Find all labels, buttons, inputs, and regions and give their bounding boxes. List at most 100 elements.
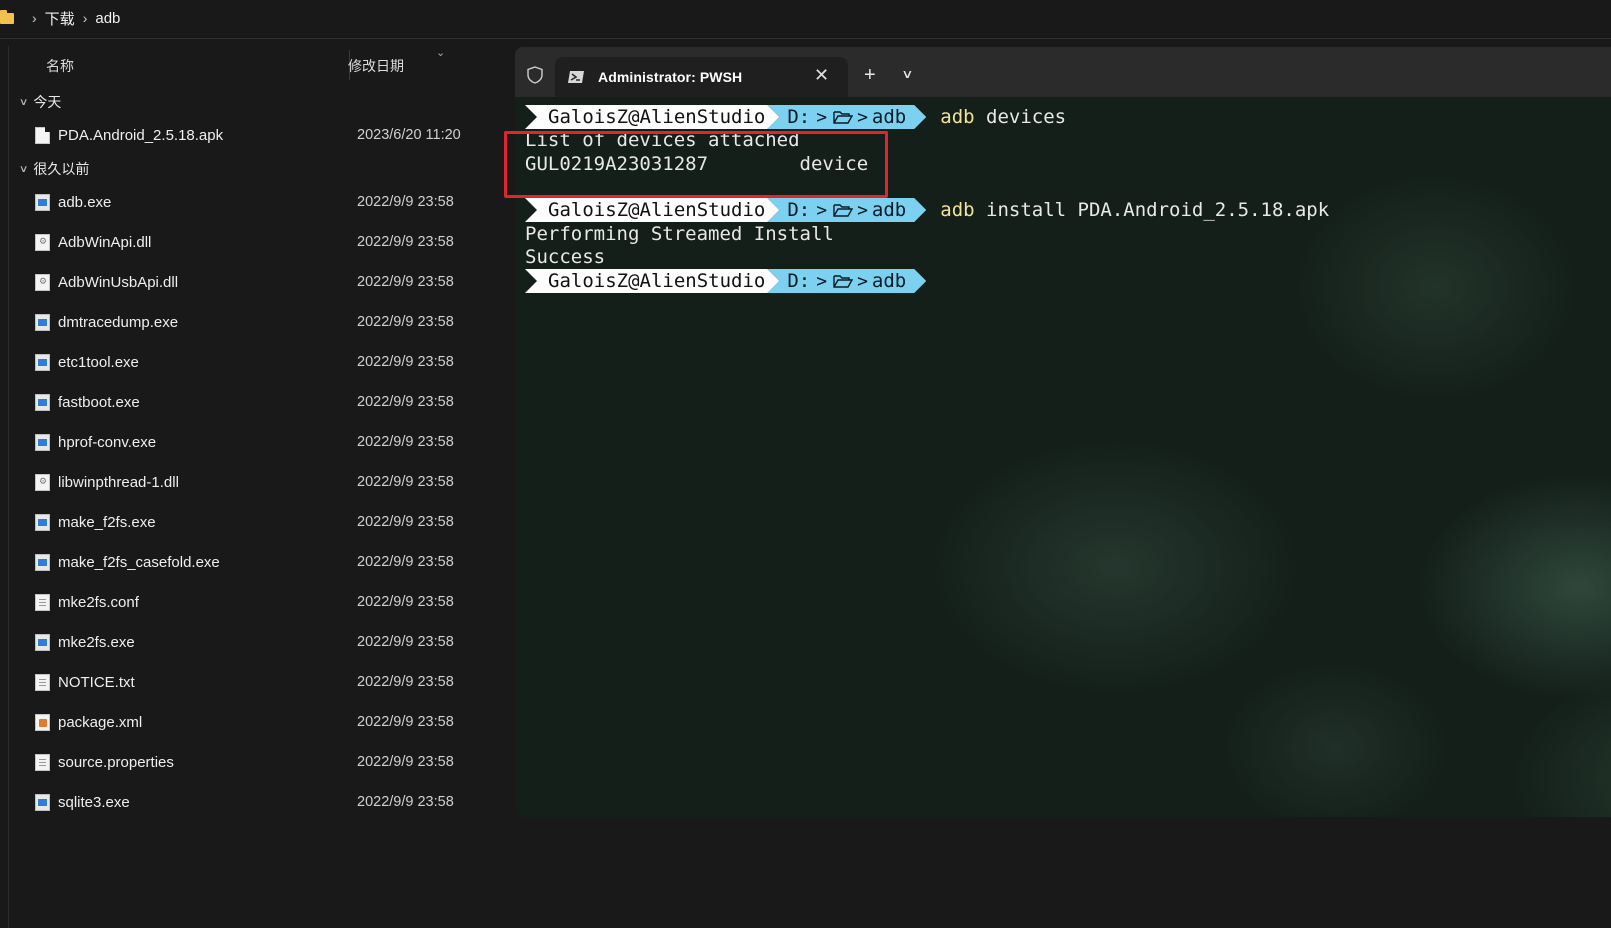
file-name: AdbWinUsbApi.dll [58, 273, 179, 291]
chevron-down-icon: ∨ [18, 163, 29, 175]
exe-file-icon [35, 793, 50, 811]
exe-file-icon [35, 393, 50, 411]
prompt-line: GaloisZ@AlienStudio D: > > adb [525, 269, 926, 293]
file-name: libwinpthread-1.dll [58, 473, 179, 491]
powershell-icon [568, 71, 584, 83]
column-header-name[interactable]: 名称 [46, 56, 74, 76]
dll-file-icon [35, 233, 50, 251]
file-row[interactable]: hprof-conv.exe 2022/9/9 23:58 [30, 423, 500, 461]
file-row[interactable]: fastboot.exe 2022/9/9 23:58 [30, 383, 500, 421]
exe-file-icon [35, 433, 50, 451]
prompt-line: GaloisZ@AlienStudio D: > > adb adb devic… [525, 105, 1066, 129]
file-row[interactable]: package.xml 2022/9/9 23:58 [30, 703, 500, 741]
file-name: hprof-conv.exe [58, 433, 157, 451]
command-keyword: adb [940, 199, 975, 221]
close-icon[interactable]: ✕ [814, 65, 829, 86]
exe-file-icon [35, 513, 50, 531]
file-date: 2022/9/9 23:58 [357, 754, 454, 770]
file-row[interactable]: make_f2fs.exe 2022/9/9 23:58 [30, 503, 500, 541]
folder-icon [0, 9, 14, 24]
prompt-dir: adb [871, 270, 907, 292]
output-line: Performing Streamed Install [525, 223, 834, 245]
breadcrumb: › 下载 › adb [0, 0, 1611, 36]
file-row[interactable]: etc1tool.exe 2022/9/9 23:58 [30, 343, 500, 381]
tab-bar: Administrator: PWSH ✕ + ∨ [515, 47, 1611, 97]
command-text: adb devices [940, 106, 1066, 128]
file-name: mke2fs.conf [58, 593, 139, 611]
file-name: make_f2fs_casefold.exe [58, 553, 220, 571]
file-row[interactable]: source.properties 2022/9/9 23:58 [30, 743, 500, 781]
dll-file-icon [35, 473, 50, 491]
prompt-user-segment: GaloisZ@AlienStudio [525, 269, 779, 293]
document-file-icon [35, 593, 50, 611]
chevron-down-icon[interactable]: ∨ [901, 67, 913, 81]
prompt-drive: D: [787, 199, 811, 221]
file-date: 2023/6/20 11:20 [357, 127, 461, 143]
file-name: AdbWinApi.dll [58, 233, 152, 251]
file-name: dmtracedump.exe [58, 313, 179, 331]
open-folder-icon [833, 110, 853, 124]
file-row[interactable]: mke2fs.conf 2022/9/9 23:58 [30, 583, 500, 621]
file-row[interactable]: adb.exe 2022/9/9 23:58 [30, 183, 500, 221]
chevron-right-icon: › [82, 10, 88, 26]
group-label: 很久以前 [33, 161, 90, 177]
file-date: 2022/9/9 23:58 [357, 514, 454, 530]
command-args: devices [974, 106, 1067, 128]
sort-chevron-icon[interactable]: ⌄ [436, 46, 445, 59]
file-row[interactable]: AdbWinApi.dll 2022/9/9 23:58 [30, 223, 500, 261]
file-row[interactable]: sqlite3.exe 2022/9/9 23:58 [30, 783, 500, 821]
file-row[interactable]: mke2fs.exe 2022/9/9 23:58 [30, 623, 500, 661]
chevron-right-icon: > [857, 270, 868, 292]
file-name: etc1tool.exe [58, 353, 139, 371]
shield-icon[interactable] [527, 66, 543, 84]
file-icon [35, 126, 50, 144]
dll-file-icon [35, 273, 50, 291]
output-line: Success [525, 246, 606, 268]
chevron-down-icon: ∨ [18, 96, 29, 108]
exe-file-icon [35, 633, 50, 651]
file-date: 2022/9/9 23:58 [357, 714, 454, 730]
terminal-content[interactable]: GaloisZ@AlienStudio D: > > adb adb devic… [515, 97, 1611, 817]
file-date: 2022/9/9 23:58 [357, 434, 454, 450]
file-date: 2022/9/9 23:58 [357, 314, 454, 330]
breadcrumb-item-downloads[interactable]: 下载 [45, 8, 75, 29]
breadcrumb-item-adb[interactable]: adb [95, 10, 120, 27]
group-header-long-ago[interactable]: ∨ 很久以前 [18, 159, 90, 179]
file-row[interactable]: PDA.Android_2.5.18.apk 2023/6/20 11:20 [30, 116, 500, 154]
navigation-pane-edge [8, 46, 9, 928]
file-row[interactable]: dmtracedump.exe 2022/9/9 23:58 [30, 303, 500, 341]
file-row[interactable]: libwinpthread-1.dll 2022/9/9 23:58 [30, 463, 500, 501]
file-name: source.properties [58, 753, 174, 771]
xml-file-icon [35, 713, 50, 731]
document-file-icon [35, 673, 50, 691]
prompt-dir-segment: > > adb [812, 198, 926, 222]
file-name: make_f2fs.exe [58, 513, 156, 531]
prompt-dir: adb [871, 199, 907, 221]
terminal-tab[interactable]: Administrator: PWSH ✕ [555, 57, 848, 97]
file-date: 2022/9/9 23:58 [357, 674, 454, 690]
exe-file-icon [35, 193, 50, 211]
chevron-right-icon: › [32, 10, 37, 26]
file-date: 2022/9/9 23:58 [357, 554, 454, 570]
file-name: fastboot.exe [58, 393, 140, 411]
group-header-today[interactable]: ∨ 今天 [18, 92, 61, 112]
file-date: 2022/9/9 23:58 [357, 234, 454, 250]
open-folder-icon [833, 274, 853, 288]
plus-icon[interactable]: + [864, 65, 876, 85]
chevron-right-icon: > [816, 106, 828, 128]
file-date: 2022/9/9 23:58 [357, 594, 454, 610]
chevron-right-icon: > [857, 199, 868, 221]
prompt-drive: D: [787, 270, 811, 292]
divider [0, 38, 1611, 39]
column-header-date[interactable]: 修改日期 [348, 56, 404, 76]
command-args: install PDA.Android_2.5.18.apk [974, 199, 1330, 221]
document-file-icon [35, 753, 50, 771]
file-name: sqlite3.exe [58, 793, 130, 811]
file-name: mke2fs.exe [58, 633, 135, 651]
file-row[interactable]: NOTICE.txt 2022/9/9 23:58 [30, 663, 500, 701]
file-date: 2022/9/9 23:58 [357, 474, 454, 490]
prompt-user-segment: GaloisZ@AlienStudio [525, 105, 779, 129]
file-row[interactable]: AdbWinUsbApi.dll 2022/9/9 23:58 [30, 263, 500, 301]
command-keyword: adb [940, 106, 975, 128]
file-row[interactable]: make_f2fs_casefold.exe 2022/9/9 23:58 [30, 543, 500, 581]
